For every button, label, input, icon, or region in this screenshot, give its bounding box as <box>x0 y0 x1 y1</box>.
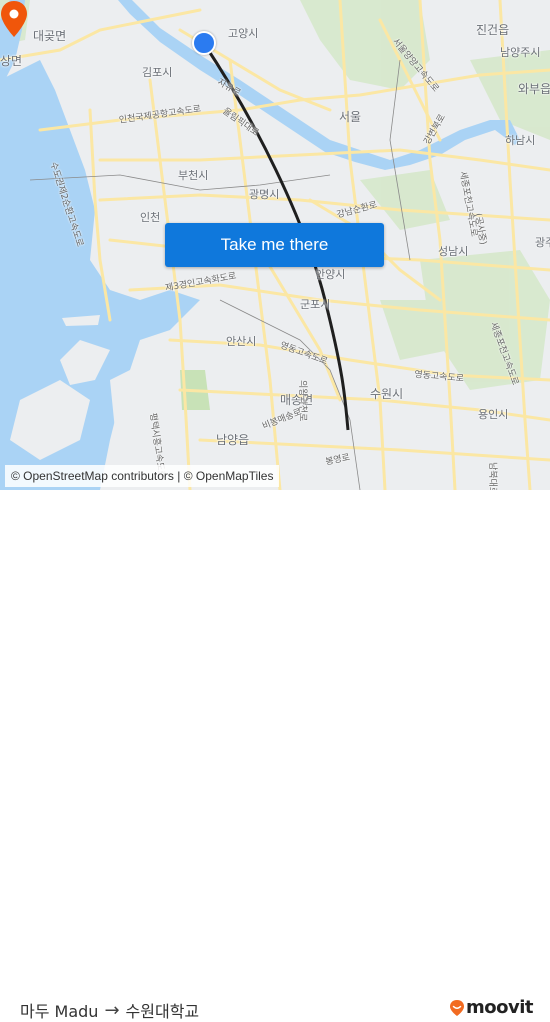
place-label: 김포시 <box>142 66 173 79</box>
place-label: 광주 <box>535 236 550 249</box>
place-label: 고양시 <box>228 27 259 40</box>
origin-name: 마두 Madu <box>20 1002 99 1021</box>
place-label: 안산시 <box>226 335 257 348</box>
take-me-there-button[interactable]: Take me there <box>165 223 384 267</box>
map-attribution[interactable]: © OpenStreetMap contributors | © OpenMap… <box>5 465 280 487</box>
arrow-right-icon: → <box>104 999 120 1021</box>
place-label: 인천 <box>140 211 161 224</box>
footer-bar: 마두 Madu → 수원대학교 moovit <box>0 490 550 1021</box>
origin-marker[interactable] <box>192 31 216 55</box>
moovit-logo[interactable]: moovit <box>449 997 534 1018</box>
place-label: 와부읍 <box>518 82 550 96</box>
place-label: 성남시 <box>438 245 469 258</box>
place-label: 안양시 <box>315 268 346 281</box>
moovit-pin-icon <box>450 999 464 1016</box>
place-label: 군포시 <box>300 298 331 311</box>
place-label: 상면 <box>0 54 23 68</box>
destination-pin-icon[interactable] <box>0 0 28 38</box>
place-label: 진건읍 <box>476 23 510 37</box>
route-title: 마두 Madu → 수원대학교 <box>20 998 199 1022</box>
place-label: 수원시 <box>370 387 404 401</box>
place-label: 하남시 <box>505 134 536 147</box>
place-label: 남양읍 <box>216 433 250 447</box>
place-label: 부천시 <box>178 169 209 182</box>
place-label: 서울 <box>339 110 362 124</box>
map-view[interactable]: 대곶면상면김포시 고양시서울 진건읍남양주시와부읍하남시부천시광명시인천성남시 광주안… <box>0 0 550 490</box>
destination-name: 수원대학교 <box>125 1002 200 1021</box>
place-label: 남양주시 <box>500 46 541 59</box>
place-label: 대곶면 <box>33 29 67 43</box>
brand-name: moovit <box>466 997 534 1018</box>
place-label: 용인시 <box>478 408 509 421</box>
place-label: 광명시 <box>249 188 280 201</box>
road-label: 남북대로 <box>487 462 497 490</box>
